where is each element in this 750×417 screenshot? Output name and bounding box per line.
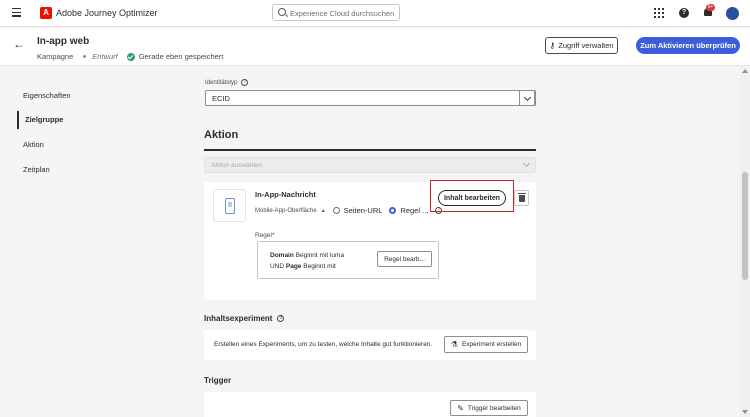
nav-item-properties[interactable]: Eigenschaften (17, 87, 157, 105)
search-input[interactable] (290, 7, 396, 19)
edit-rule-button[interactable]: Regel bearb... (377, 251, 432, 267)
page-scrollbar[interactable] (740, 67, 750, 417)
key-icon: ⚷ (549, 41, 556, 50)
rule-key-page: Page (285, 263, 302, 270)
rule-box: Domain Beginnt mit luma UND Page Beginnt… (257, 241, 439, 279)
campaign-meta: Kampagne Entwurf Gerade eben gespeichert (37, 52, 223, 61)
radio-page-url[interactable] (332, 207, 340, 214)
campaign-type: Kampagne (37, 52, 74, 61)
experiment-heading-text: Inhaltsexperiment (204, 314, 273, 323)
pencil-icon: ✎ (457, 403, 464, 413)
edit-content-button[interactable]: Inhalt bearbeiten (438, 190, 506, 206)
page-title: In-app web (37, 36, 90, 47)
help-icon[interactable]: ? (679, 8, 689, 18)
rule-key-domain: Domain (270, 252, 294, 259)
card-title: In-App-Nachricht (255, 190, 316, 199)
save-status: Gerade eben gespeichert (138, 52, 224, 61)
nav-item-schedule[interactable]: Zeitplan (17, 161, 157, 179)
rule-condition-2-text: Beginnt mit (301, 263, 336, 270)
identity-type-label: Identitätstyp ? (205, 79, 249, 86)
trash-icon (518, 193, 526, 202)
apps-grid-icon[interactable] (654, 8, 664, 18)
action-heading: Aktion (204, 129, 239, 141)
search-icon (278, 8, 286, 16)
manage-access-label: Zugriff verwalten (558, 41, 614, 50)
create-experiment-button[interactable]: ⚗ Experiment erstellen (444, 336, 528, 353)
delete-button[interactable] (514, 190, 529, 206)
info-icon[interactable]: ? (277, 315, 285, 322)
rule-condition-1: Domain Beginnt mit luma (270, 252, 344, 259)
in-app-message-card: In-App-Nachricht Mobile-App-Oberfläche ▲… (204, 180, 536, 300)
radio-page-url-label[interactable]: Seiten-URL (344, 206, 383, 215)
flask-icon: ⚗ (450, 340, 458, 349)
campaign-header: ← In-app web Kampagne Entwurf Gerade ebe… (0, 28, 750, 66)
rule-label: Regel* (255, 232, 275, 239)
chevron-down-icon (522, 159, 531, 168)
surface-arrow-icon: ▲ (320, 207, 326, 214)
trigger-card: ✎ Trigger bearbeiten (204, 392, 536, 417)
chevron-down-icon (523, 93, 532, 102)
menu-icon[interactable] (12, 8, 21, 17)
left-nav: Eigenschaften Zielgruppe Aktion Zeitplan (0, 67, 170, 417)
edit-trigger-label: Trigger bearbeiten (467, 404, 521, 412)
main-content: Identitätstyp ? ECID Aktion Aktion auswä… (190, 67, 550, 417)
top-bar: A Adobe Journey Optimizer ? 9+ (0, 0, 750, 27)
experiment-description: Erstellen eines Experiments, um zu teste… (214, 341, 433, 348)
action-select-placeholder: Aktion auswählen (211, 162, 262, 169)
scroll-down-icon[interactable] (742, 410, 748, 414)
surface-options: Mobile-App-Oberfläche ▲ Seiten-URL Regel… (255, 206, 443, 215)
saved-check-icon (126, 52, 135, 61)
experiment-heading: Inhaltsexperiment ? (204, 314, 285, 323)
trigger-heading: Trigger (204, 376, 232, 385)
nav-item-audience[interactable]: Zielgruppe (17, 111, 157, 129)
scroll-thumb[interactable] (742, 172, 748, 280)
edit-trigger-button[interactable]: ✎ Trigger bearbeiten (450, 400, 528, 416)
action-divider (204, 149, 536, 151)
manage-access-button[interactable]: ⚷ Zugriff verwalten (545, 37, 618, 54)
app-name[interactable]: Adobe Journey Optimizer (56, 8, 158, 18)
notification-badge: 9+ (706, 4, 715, 11)
experiment-card: Erstellen eines Experiments, um zu teste… (204, 330, 536, 360)
mobile-phone-icon (225, 198, 235, 214)
create-experiment-label: Experiment erstellen (461, 341, 522, 348)
nav-item-action[interactable]: Aktion (17, 136, 157, 154)
action-select[interactable]: Aktion auswählen (204, 157, 536, 173)
identity-type-select[interactable]: ECID (205, 90, 536, 106)
status-dot-icon (83, 55, 87, 58)
identity-type-dropdown-button[interactable] (519, 90, 535, 106)
radio-rule-label[interactable]: Regel ... (400, 206, 428, 215)
status-text: Entwurf (92, 52, 118, 61)
surface-label: Mobile-App-Oberfläche (255, 207, 317, 214)
adobe-logo: A (40, 7, 52, 19)
info-icon[interactable]: ? (241, 79, 249, 86)
identity-type-label-text: Identitätstyp (205, 79, 238, 86)
back-arrow-icon[interactable]: ← (13, 38, 25, 50)
identity-type-value: ECID (212, 94, 230, 103)
scroll-up-icon[interactable] (742, 69, 748, 73)
search-box[interactable] (272, 4, 400, 21)
user-avatar[interactable] (726, 7, 739, 20)
channel-icon-box (213, 189, 246, 222)
radio-rule[interactable] (389, 207, 397, 214)
rule-condition-2: UND Page Beginnt mit (270, 263, 336, 270)
rule-and: UND (270, 263, 286, 270)
review-to-activate-button[interactable]: Zum Aktivieren überprüfen (636, 37, 740, 54)
rule-condition-1-text: Beginnt mit luma (293, 252, 345, 259)
